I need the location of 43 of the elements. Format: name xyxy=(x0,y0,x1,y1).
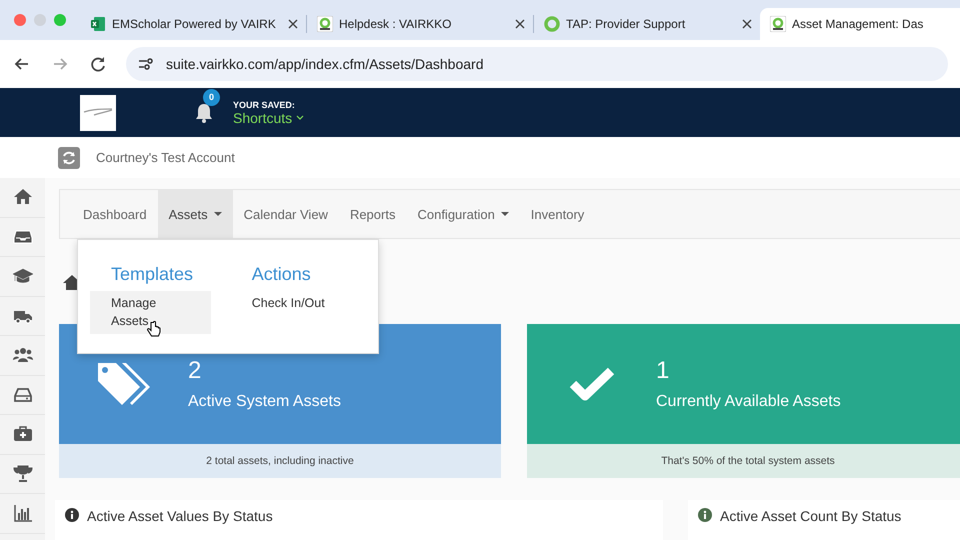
browser-tab[interactable]: EMScholar Powered by VAIRK xyxy=(80,8,306,40)
bar-chart-icon[interactable] xyxy=(12,503,32,524)
stat-footer: That's 50% of the total system assets xyxy=(527,444,960,478)
browser-tab[interactable]: Helpdesk : VAIRKKO xyxy=(307,8,533,40)
bell-icon[interactable] xyxy=(193,102,215,124)
nav-tab[interactable]: Assets xyxy=(158,190,233,238)
shortcuts-dropdown[interactable]: Shortcuts xyxy=(233,110,304,126)
close-icon[interactable] xyxy=(515,19,525,29)
nav-tab[interactable]: Inventory xyxy=(520,190,596,238)
stat-value: 1 xyxy=(656,357,670,385)
hand-cursor-icon xyxy=(147,321,161,338)
menu-heading: Actions xyxy=(250,264,312,285)
stat-value: 2 xyxy=(188,357,202,385)
info-icon[interactable] xyxy=(698,508,712,522)
saved-label: YOUR SAVED: xyxy=(233,100,296,110)
account-name: Courtney's Test Account xyxy=(96,150,235,165)
checkmark-icon xyxy=(568,366,614,402)
stat-label: Currently Available Assets xyxy=(656,393,841,411)
site-settings-icon[interactable] xyxy=(138,57,154,71)
nav-tab[interactable]: Calendar View xyxy=(232,190,339,238)
stat-label: Active System Assets xyxy=(188,393,341,411)
address-bar[interactable]: suite.vairkko.com/app/index.cfm/Assets/Dashboard xyxy=(126,47,948,81)
menu-item[interactable]: Check In/Out xyxy=(230,291,366,316)
nav-tab[interactable]: Configuration xyxy=(406,190,520,238)
nav-tab[interactable]: Dashboard xyxy=(72,190,158,238)
close-icon[interactable] xyxy=(288,19,298,29)
info-icon[interactable] xyxy=(65,508,79,522)
stat-footer: 2 total assets, including inactive xyxy=(59,444,501,478)
browser-tab[interactable]: Asset Management: Das xyxy=(760,8,960,40)
chevron-down-icon xyxy=(296,114,304,120)
menu-item[interactable]: Manage Assets xyxy=(90,291,211,334)
browser-tab[interactable]: TAP: Provider Support xyxy=(534,8,760,40)
panel-title: Active Asset Values By Status xyxy=(87,508,273,524)
spreadsheet-icon xyxy=(90,16,106,32)
panel-title: Active Asset Count By Status xyxy=(720,508,902,524)
refresh-icon[interactable] xyxy=(58,146,80,168)
ring-icon xyxy=(544,16,560,32)
nav-tab[interactable]: Reports xyxy=(338,190,406,238)
url-text: suite.vairkko.com/app/index.cfm/Assets/Dashboard xyxy=(166,56,484,72)
tags-icon xyxy=(96,361,152,407)
close-icon[interactable] xyxy=(742,19,752,29)
notification-badge: 0 xyxy=(203,88,220,106)
menu-heading: Templates xyxy=(110,264,194,285)
